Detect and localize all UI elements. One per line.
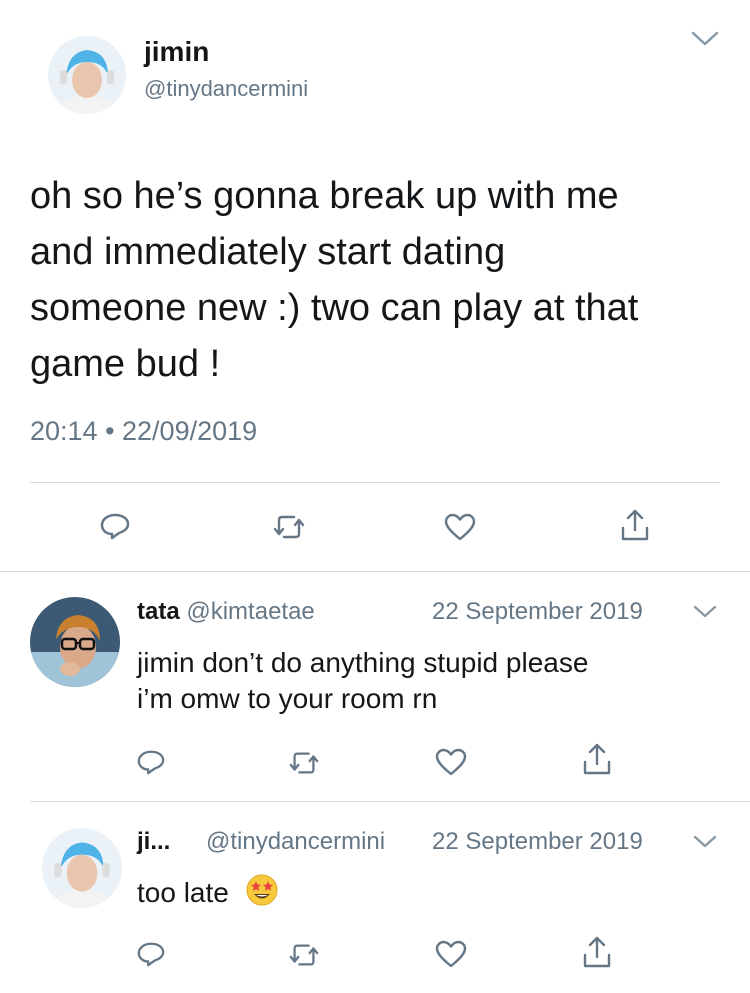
- author-handle[interactable]: @tinydancermini: [144, 76, 308, 102]
- reply-text: jimin don’t do anything stupid please i’…: [137, 645, 588, 717]
- retweet-icon[interactable]: [288, 942, 320, 968]
- tweet-text-line: oh so he’s gonna break up with me: [30, 175, 619, 217]
- reply-text: too late: [137, 873, 279, 916]
- reply-icon[interactable]: [137, 940, 165, 968]
- reply-author-handle[interactable]: @kimtaetae: [186, 598, 314, 625]
- reply-icon[interactable]: [137, 748, 165, 776]
- reply-text-line: i’m omw to your room rn: [137, 683, 438, 714]
- retweet-icon[interactable]: [272, 514, 306, 540]
- reply-author-name[interactable]: tata: [137, 598, 180, 625]
- share-icon[interactable]: [582, 742, 612, 776]
- retweet-icon[interactable]: [288, 750, 320, 776]
- chevron-down-icon[interactable]: [692, 834, 718, 850]
- avatar-tata[interactable]: [30, 597, 120, 687]
- author-name[interactable]: jimin: [144, 36, 209, 68]
- reply-date[interactable]: 22 September 2019: [432, 828, 643, 856]
- like-icon[interactable]: [435, 748, 467, 776]
- chevron-down-icon[interactable]: [692, 604, 718, 620]
- like-icon[interactable]: [435, 940, 467, 968]
- tweet-text-line: game bud !: [30, 343, 221, 385]
- reply-text-line: jimin don’t do anything stupid please: [137, 647, 589, 678]
- tweet-text-line: and immediately start dating: [30, 231, 506, 273]
- reply-icon[interactable]: [100, 512, 130, 540]
- share-icon[interactable]: [620, 508, 650, 542]
- divider: [30, 482, 720, 483]
- star-struck-emoji: [245, 873, 279, 916]
- divider: [30, 801, 750, 802]
- reply-text-line: too late: [137, 876, 229, 908]
- reply-author-handle[interactable]: @tinydancermini: [206, 828, 385, 856]
- divider: [0, 571, 750, 572]
- tweet-text-line: someone new :) two can play at that: [30, 287, 639, 329]
- avatar-jimin[interactable]: [48, 36, 126, 114]
- chevron-down-icon[interactable]: [690, 30, 720, 48]
- reply-author-name[interactable]: ji...: [137, 828, 170, 856]
- like-icon[interactable]: [444, 513, 476, 541]
- tweet-timestamp[interactable]: 20:14 • 22/09/2019: [30, 416, 257, 447]
- reply-date[interactable]: 22 September 2019: [432, 598, 643, 626]
- avatar-jimin[interactable]: [42, 828, 122, 908]
- tweet-text: oh so he’s gonna break up with me and im…: [30, 168, 730, 392]
- reply-header: tata @kimtaetae: [137, 598, 315, 626]
- share-icon[interactable]: [582, 935, 612, 969]
